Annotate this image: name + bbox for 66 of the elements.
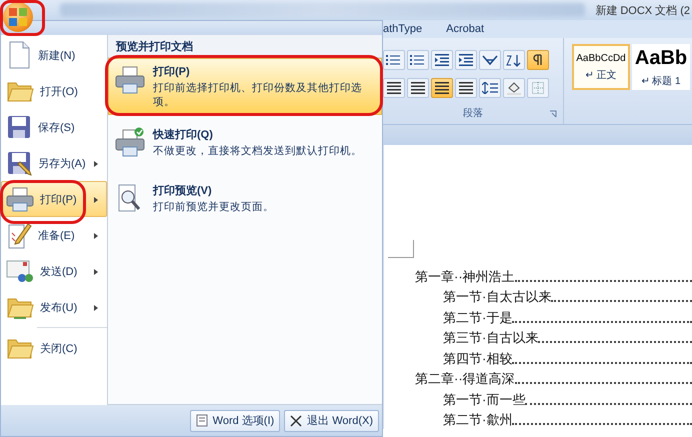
paragraph-tool-button[interactable] [455, 78, 477, 98]
toc-entry: 第三节·自古以来 [443, 329, 538, 347]
paragraph-tool-button[interactable] [431, 78, 453, 98]
document-icon [196, 414, 208, 427]
printer-icon [115, 64, 145, 94]
document-pencil-icon [6, 221, 32, 249]
list-icon [386, 54, 402, 66]
menu-item[interactable]: 准备(E) [1, 217, 107, 253]
paragraph-tool-button[interactable] [407, 50, 429, 70]
floppy-pencil-icon [6, 150, 32, 176]
menu-item[interactable]: 关闭(C) [1, 330, 107, 366]
paragraph-tool-button[interactable] [407, 78, 429, 98]
menu-item[interactable]: 发送(D) [1, 253, 107, 289]
exit-button[interactable]: 退出 Word(X) [284, 410, 379, 432]
paragraph-tool-button[interactable] [503, 50, 525, 70]
printer-icon [6, 186, 34, 212]
office-logo-icon [6, 5, 30, 29]
list-icon [410, 54, 426, 66]
dialog-launcher-icon[interactable] [549, 110, 557, 118]
menu-item[interactable]: 打开(O) [1, 73, 107, 109]
toc-entry: 第一节·自太古以来 [443, 288, 552, 306]
indent-icon [459, 54, 473, 66]
text-layout-icon [482, 54, 498, 66]
menu-item[interactable]: 保存(S) [1, 109, 107, 145]
sort-icon [506, 54, 522, 66]
paragraph-tool-button[interactable] [383, 50, 405, 70]
window-title: 新建 DOCX 文档 (2 [595, 4, 691, 18]
envelope-people-icon [6, 258, 34, 284]
paragraph-tool-button[interactable] [383, 78, 405, 98]
indent-icon [435, 54, 449, 66]
toc-entry: 第四节·相较 [443, 350, 512, 368]
align-icon [387, 82, 401, 94]
menu-item[interactable]: 发布(U) [1, 289, 107, 325]
align-icon [459, 82, 473, 94]
print-option[interactable]: 快速打印(Q) 不做更改，直接将文档发送到默认打印机。 [108, 121, 382, 172]
paragraph-tool-button[interactable] [455, 50, 477, 70]
options-button[interactable]: Word 选项(I) [190, 410, 280, 432]
group-label: 段落 [463, 108, 483, 119]
printer-check-icon [115, 127, 145, 158]
paragraph-tool-button[interactable] [479, 78, 501, 98]
margin-corner-mark [388, 240, 414, 258]
toc-entry: 第二章··得道高深 [415, 370, 515, 388]
paragraph-tool-button[interactable] [503, 78, 525, 98]
toc-entry: 第二节·歙州 [443, 411, 512, 429]
ribbon-tab[interactable]: Acrobat [446, 23, 484, 35]
align-icon [411, 82, 425, 94]
paragraph-mark-icon [533, 54, 543, 66]
border-icon [532, 82, 544, 94]
style-tile[interactable]: AaBbCcDd ↵ 正文 [572, 44, 630, 90]
align-icon [435, 82, 449, 94]
menu-item[interactable]: 打印(P) [1, 181, 107, 217]
menu-item[interactable]: 新建(N) [1, 37, 107, 73]
toc-entry: 第一章··神州浩土 [415, 268, 515, 286]
toc-entry: 第一节·而一些 [443, 390, 526, 408]
style-tile[interactable]: AaBb ↵ 标题 1 [632, 44, 690, 90]
menu-item[interactable]: 另存为(A) [1, 145, 107, 181]
paragraph-tool-button[interactable] [479, 50, 501, 70]
print-option[interactable]: 打印(P) 打印前选择打印机、打印份数及其他打印选项。 [108, 58, 382, 116]
close-icon [290, 414, 302, 426]
annotation-outline [0, 0, 45, 36]
paragraph-tool-button[interactable] [431, 50, 453, 70]
paragraph-tool-button[interactable] [527, 50, 549, 70]
toc-entry: 第二节·于是 [443, 308, 512, 326]
print-option[interactable]: 打印预览(V) 打印前预览并更改页面。 [108, 177, 382, 228]
line-spacing-icon [482, 82, 498, 94]
ribbon-tab[interactable]: athType [383, 23, 422, 35]
